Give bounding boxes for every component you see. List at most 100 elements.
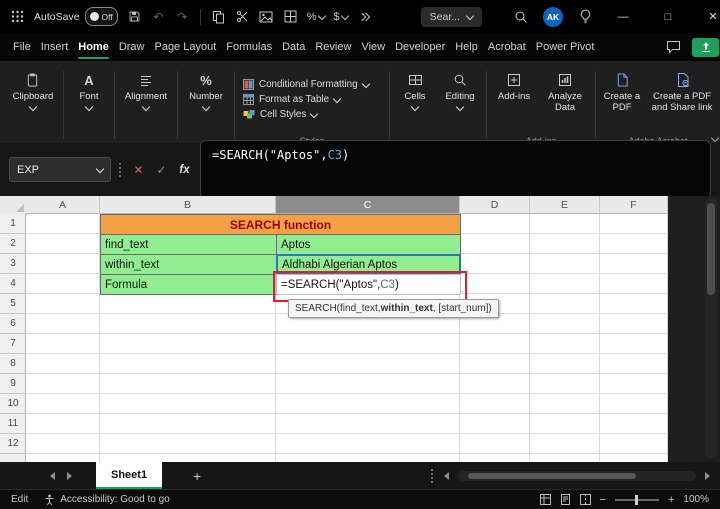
zoom-slider-thumb[interactable] bbox=[634, 494, 638, 505]
accessibility-status[interactable]: Accessibility: Good to go bbox=[44, 494, 170, 506]
column-header-e[interactable]: E bbox=[530, 196, 600, 214]
menu-tab-acrobat[interactable]: Acrobat bbox=[483, 33, 531, 61]
tab-scroll-right-icon[interactable] bbox=[67, 471, 72, 480]
menu-tab-insert[interactable]: Insert bbox=[36, 33, 74, 61]
row-header-12[interactable]: 12 bbox=[0, 434, 26, 454]
row-header-3[interactable]: 3 bbox=[0, 254, 26, 274]
row-header-1[interactable]: 1 bbox=[0, 214, 26, 234]
zoom-slider[interactable] bbox=[614, 494, 659, 505]
conditional-formatting-button[interactable]: Conditional Formatting bbox=[243, 79, 391, 90]
menu-tab-home[interactable]: Home bbox=[73, 33, 114, 61]
cut-icon[interactable] bbox=[235, 9, 250, 25]
row-header-9[interactable]: 9 bbox=[0, 374, 26, 394]
row-header-10[interactable]: 10 bbox=[0, 394, 26, 414]
row-header-8[interactable]: 8 bbox=[0, 354, 26, 374]
alignment-button[interactable]: Alignment bbox=[125, 65, 167, 112]
tab-scroll-left-icon[interactable] bbox=[50, 471, 55, 480]
more-commands-icon[interactable] bbox=[357, 9, 372, 25]
format-as-table-button[interactable]: Format as Table bbox=[243, 94, 391, 105]
formula-input[interactable]: =SEARCH("Aptos",C3) bbox=[200, 140, 711, 199]
create-pdf-button[interactable]: Create a PDF bbox=[599, 65, 645, 114]
menu-tab-developer[interactable]: Developer bbox=[390, 33, 450, 61]
column-header-c[interactable]: C bbox=[276, 196, 460, 214]
scroll-left-icon[interactable] bbox=[444, 471, 449, 480]
cell-b3-within-text-label[interactable]: within_text bbox=[100, 254, 277, 275]
column-header-a[interactable]: A bbox=[26, 196, 100, 214]
scroll-right-icon[interactable] bbox=[705, 471, 710, 480]
apps-grid-icon[interactable] bbox=[10, 9, 25, 25]
cancel-icon[interactable]: ✕ bbox=[131, 163, 146, 177]
currency-style-button[interactable]: $ bbox=[334, 11, 349, 23]
avatar[interactable]: AK bbox=[543, 6, 563, 27]
insert-function-icon[interactable]: fx bbox=[177, 164, 192, 176]
zoom-out-button[interactable]: − bbox=[600, 494, 606, 506]
borders-icon[interactable] bbox=[283, 9, 298, 25]
picture-icon[interactable] bbox=[259, 9, 274, 25]
add-ins-button[interactable]: Add-ins bbox=[491, 65, 537, 103]
worksheet-grid[interactable]: A B C D E F 1 2 3 4 5 6 7 8 9 10 11 12 S… bbox=[0, 196, 720, 462]
menu-tab-page-layout[interactable]: Page Layout bbox=[149, 33, 221, 61]
cell-c3-within-text-value[interactable]: Aldhabi Algerian Aptos bbox=[276, 254, 461, 275]
minimize-button[interactable]: — bbox=[608, 0, 638, 33]
redo-icon[interactable]: ↷ bbox=[175, 9, 190, 25]
horizontal-scrollbar[interactable] bbox=[458, 470, 696, 481]
enter-icon[interactable]: ✓ bbox=[154, 163, 169, 177]
column-header-f[interactable]: F bbox=[600, 196, 668, 214]
editing-button[interactable]: Editing bbox=[445, 65, 475, 112]
row-header-4[interactable]: 4 bbox=[0, 274, 26, 294]
vertical-scrollbar[interactable] bbox=[705, 198, 717, 458]
cells-button[interactable]: Cells bbox=[404, 65, 426, 112]
cell-c4-formula-editing[interactable]: =SEARCH("Aptos", C3) bbox=[276, 274, 461, 295]
lightbulb-icon[interactable] bbox=[578, 9, 593, 25]
cell-c2-find-text-value[interactable]: Aptos bbox=[276, 234, 461, 255]
font-button[interactable]: A Font bbox=[79, 65, 99, 112]
menu-tab-view[interactable]: View bbox=[356, 33, 390, 61]
normal-view-icon[interactable] bbox=[539, 494, 551, 505]
create-pdf-share-button[interactable]: Create a PDF and Share link bbox=[647, 65, 717, 114]
number-button[interactable]: % Number bbox=[189, 65, 223, 112]
vertical-scrollbar-thumb[interactable] bbox=[707, 203, 715, 295]
autosave-switch[interactable]: Off bbox=[84, 7, 118, 26]
add-sheet-button[interactable]: + bbox=[188, 467, 206, 485]
menu-tab-data[interactable]: Data bbox=[277, 33, 310, 61]
cell-b2-find-text-label[interactable]: find_text bbox=[100, 234, 277, 255]
cell-b4-formula-label[interactable]: Formula bbox=[100, 274, 277, 295]
comments-icon[interactable] bbox=[666, 40, 681, 54]
copy-icon[interactable] bbox=[211, 9, 226, 25]
menu-tab-review[interactable]: Review bbox=[310, 33, 356, 61]
row-header-5[interactable]: 5 bbox=[0, 294, 26, 314]
search-box[interactable]: Sear... bbox=[420, 6, 482, 27]
cell-styles-button[interactable]: Cell Styles bbox=[243, 109, 391, 120]
column-header-d[interactable]: D bbox=[460, 196, 530, 214]
percent-style-button[interactable]: % bbox=[307, 11, 326, 23]
undo-icon[interactable]: ↶ bbox=[151, 9, 166, 25]
zoom-level[interactable]: 100% bbox=[683, 494, 709, 505]
row-header-6[interactable]: 6 bbox=[0, 314, 26, 334]
autosave-toggle[interactable]: AutoSave Off bbox=[34, 7, 118, 26]
sheet-tab-sheet1[interactable]: Sheet1 bbox=[96, 462, 163, 489]
clipboard-button[interactable]: Clipboard bbox=[13, 65, 53, 112]
horizontal-scrollbar-thumb[interactable] bbox=[468, 472, 636, 479]
menu-tab-help[interactable]: Help bbox=[450, 33, 483, 61]
close-button[interactable]: ✕ bbox=[698, 0, 720, 33]
menu-tab-formulas[interactable]: Formulas bbox=[221, 33, 277, 61]
column-header-b[interactable]: B bbox=[100, 196, 276, 214]
menu-tab-draw[interactable]: Draw bbox=[114, 33, 150, 61]
row-header-2[interactable]: 2 bbox=[0, 234, 26, 254]
row-header-7[interactable]: 7 bbox=[0, 334, 26, 354]
select-all-corner[interactable] bbox=[0, 196, 27, 215]
share-button[interactable] bbox=[692, 37, 719, 57]
analyze-data-button[interactable]: Analyze Data bbox=[539, 65, 591, 114]
name-box[interactable]: EXP bbox=[9, 157, 111, 182]
page-break-view-icon[interactable] bbox=[579, 494, 591, 505]
row-header-11[interactable]: 11 bbox=[0, 414, 26, 434]
page-layout-view-icon[interactable] bbox=[560, 494, 571, 505]
menu-tab-file[interactable]: File bbox=[8, 33, 36, 61]
zoom-in-button[interactable]: + bbox=[668, 494, 674, 506]
cell-b1-title[interactable]: SEARCH function bbox=[100, 214, 461, 235]
menu-tab-power-pivot[interactable]: Power Pivot bbox=[531, 33, 600, 61]
maximize-button[interactable]: □ bbox=[653, 0, 683, 33]
scrollbar-grip[interactable] bbox=[431, 468, 435, 483]
save-icon[interactable] bbox=[127, 9, 142, 25]
search-icon[interactable] bbox=[513, 9, 528, 25]
